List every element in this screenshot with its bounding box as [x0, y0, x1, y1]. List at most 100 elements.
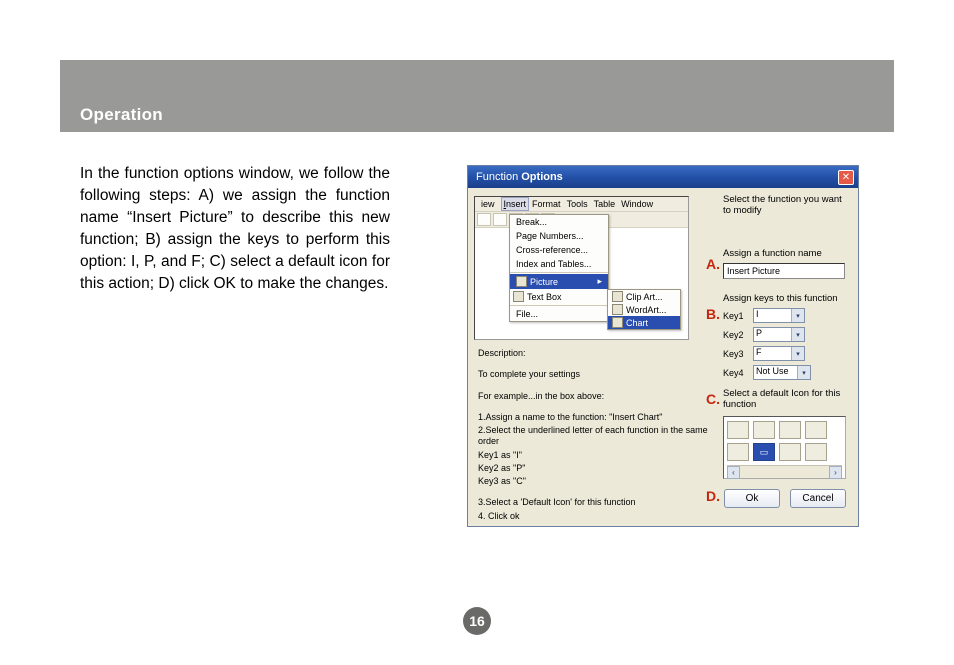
assign-keys-block: Assign keys to this function Key1 I▾ Key…: [723, 293, 851, 380]
chevron-down-icon: ▾: [791, 347, 804, 360]
key2-label: Key2: [723, 330, 749, 340]
key-row-2: Key2 P▾: [723, 327, 851, 342]
dropdown-label: Picture: [530, 277, 558, 287]
desc-line: 2.Select the underlined letter of each f…: [478, 425, 708, 448]
submenu-item-chart[interactable]: Chart: [608, 316, 680, 329]
key2-value: P: [756, 328, 762, 338]
dropdown-item-picture[interactable]: Picture ▸: [510, 274, 608, 289]
submenu-label: Chart: [626, 318, 648, 328]
key3-value: F: [756, 347, 762, 357]
key1-select[interactable]: I▾: [753, 308, 805, 323]
menu-format[interactable]: Format: [529, 197, 564, 211]
icon-select-label: Select a default Icon for this function: [723, 388, 851, 410]
chevron-down-icon: ▾: [791, 328, 804, 341]
clipart-icon: [612, 291, 623, 302]
dropdown-item-break[interactable]: Break...: [510, 215, 608, 229]
menu-table[interactable]: Table: [591, 197, 619, 211]
icon-option[interactable]: [753, 421, 775, 439]
toolbar-icon: [477, 213, 491, 226]
dialog-title-plain: Function: [476, 171, 521, 183]
picture-submenu: Clip Art... WordArt... Chart: [607, 289, 681, 330]
right-column: Select the function you want to modify A…: [723, 194, 851, 508]
menu-view[interactable]: iew: [475, 197, 501, 211]
icon-option[interactable]: [805, 443, 827, 461]
header-bar-top: [60, 60, 894, 98]
chevron-down-icon: ▾: [797, 366, 810, 379]
dialog-body: iew Insert Format Tools Table Window Bre…: [468, 188, 858, 526]
icon-option[interactable]: [727, 443, 749, 461]
dropdown-separator: [510, 305, 608, 306]
section-header: Operation: [60, 98, 894, 132]
scroll-left-icon[interactable]: ‹: [727, 466, 740, 479]
desc-line: 4. Click ok: [478, 511, 708, 522]
icon-option[interactable]: [779, 421, 801, 439]
picture-icon: [516, 276, 527, 287]
key4-label: Key4: [723, 368, 749, 378]
chart-icon: [612, 317, 623, 328]
desc-line: 1.Assign a name to the function: "Insert…: [478, 412, 708, 423]
annotation-a: A.: [706, 256, 720, 272]
body-paragraph: In the function options window, we follo…: [80, 163, 390, 295]
icon-option[interactable]: [727, 421, 749, 439]
desc-line: 3.Select a 'Default Icon' for this funct…: [478, 497, 708, 508]
menu-preview-panel: iew Insert Format Tools Table Window Bre…: [474, 196, 689, 340]
button-row: Ok Cancel: [723, 489, 851, 508]
menubar: iew Insert Format Tools Table Window: [475, 197, 688, 212]
menu-window[interactable]: Window: [618, 197, 656, 211]
dropdown-item-file[interactable]: File...: [510, 307, 608, 321]
dropdown-item-page-numbers[interactable]: Page Numbers...: [510, 229, 608, 243]
desc-line: Key3 as "C": [478, 476, 708, 487]
dropdown-item-cross-reference[interactable]: Cross-reference...: [510, 243, 608, 257]
icon-scrollbar[interactable]: ‹ ›: [727, 465, 842, 478]
assign-name-label: Assign a function name: [723, 248, 851, 259]
description-block: Description: To complete your settings F…: [478, 348, 708, 524]
wordart-icon: [612, 304, 623, 315]
dropdown-item-text-box[interactable]: Text Box: [510, 289, 608, 304]
dropdown-label: Text Box: [527, 292, 562, 302]
submenu-item-wordart[interactable]: WordArt...: [608, 303, 680, 316]
scroll-right-icon[interactable]: ›: [829, 466, 842, 479]
section-title: Operation: [80, 105, 163, 125]
icon-option[interactable]: [779, 443, 801, 461]
key3-select[interactable]: F▾: [753, 346, 805, 361]
menu-insert[interactable]: Insert: [501, 197, 530, 211]
textbox-icon: [513, 291, 524, 302]
icon-panel: ▭ ‹ ›: [723, 416, 846, 479]
function-name-input[interactable]: [723, 263, 845, 279]
desc-line: For example...in the box above:: [478, 391, 708, 402]
key4-value: Not Use: [756, 366, 789, 376]
submenu-label: Clip Art...: [626, 292, 663, 302]
icon-option-selected[interactable]: ▭: [753, 443, 775, 461]
toolbar-icon: [493, 213, 507, 226]
close-icon[interactable]: ✕: [838, 170, 854, 185]
dialog-title-bold: Options: [521, 171, 563, 183]
annotation-d: D.: [706, 488, 720, 504]
submenu-label: WordArt...: [626, 305, 666, 315]
insert-dropdown: Break... Page Numbers... Cross-reference…: [509, 214, 609, 322]
chevron-down-icon: ▾: [791, 309, 804, 322]
icon-grid: ▭: [727, 421, 842, 461]
key2-select[interactable]: P▾: [753, 327, 805, 342]
desc-line: Key2 as "P": [478, 463, 708, 474]
desc-line: Description:: [478, 348, 708, 359]
ok-button[interactable]: Ok: [724, 489, 780, 508]
annotation-b: B.: [706, 306, 720, 322]
assign-keys-label: Assign keys to this function: [723, 293, 851, 304]
key-row-1: Key1 I▾: [723, 308, 851, 323]
submenu-item-clipart[interactable]: Clip Art...: [608, 290, 680, 303]
icon-option[interactable]: [805, 421, 827, 439]
page-number-value: 16: [469, 613, 485, 629]
cancel-button[interactable]: Cancel: [790, 489, 846, 508]
dropdown-separator: [510, 272, 608, 273]
key-row-3: Key3 F▾: [723, 346, 851, 361]
key4-select[interactable]: Not Use ▾: [753, 365, 811, 380]
dropdown-item-index-tables[interactable]: Index and Tables...: [510, 257, 608, 271]
key1-label: Key1: [723, 311, 749, 321]
page-number: 16: [463, 607, 491, 635]
menu-tools[interactable]: Tools: [564, 197, 591, 211]
key3-label: Key3: [723, 349, 749, 359]
key-row-4: Key4 Not Use ▾: [723, 365, 851, 380]
desc-line: To complete your settings: [478, 369, 708, 380]
dialog-title: Function Options: [476, 171, 563, 183]
function-options-dialog: Function Options ✕ iew Insert Format Too…: [467, 165, 859, 527]
